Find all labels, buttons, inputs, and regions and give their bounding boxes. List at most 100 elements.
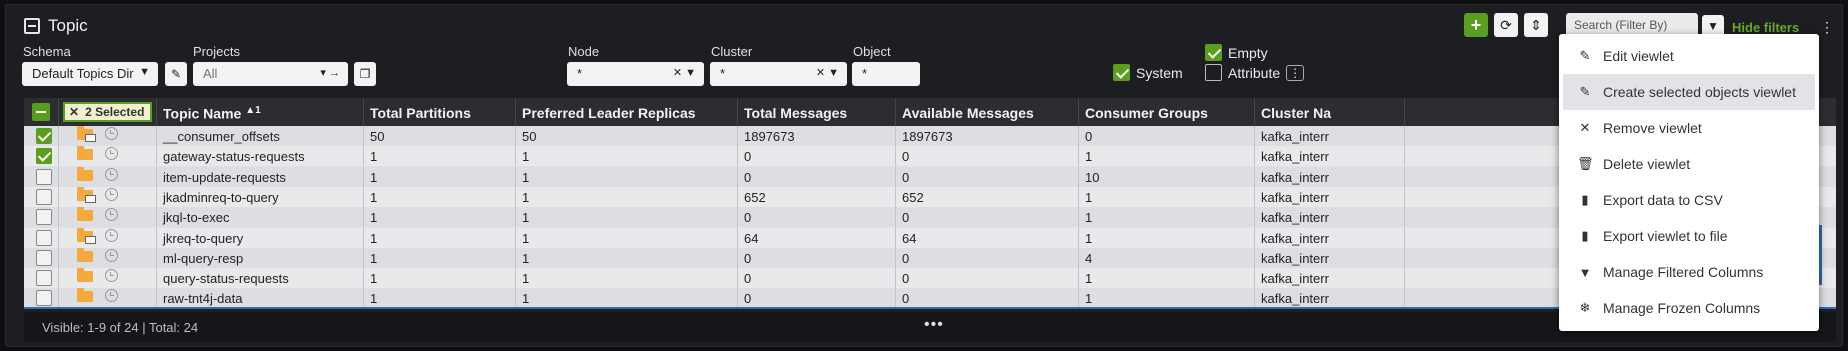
row-checkbox-cell[interactable] xyxy=(24,186,59,207)
menu-item-icon: ✕ xyxy=(1579,120,1591,135)
row-checkbox-cell[interactable] xyxy=(24,166,59,187)
row-checkbox-cell[interactable] xyxy=(24,126,59,146)
table-cell: 1 xyxy=(1079,207,1255,228)
menu-item-label: Export data to CSV xyxy=(1603,192,1723,208)
checkbox-unchecked-icon[interactable] xyxy=(36,249,52,266)
menu-item[interactable]: ▮ Export viewlet to file xyxy=(1563,218,1815,254)
table-cell: jkadminreq-to-query xyxy=(157,186,364,207)
row-icons-cell xyxy=(59,146,157,167)
projects-window-icon[interactable]: ❐ xyxy=(354,62,376,86)
checkbox-checked-icon[interactable] xyxy=(36,128,52,144)
table-cell: kafka_interr xyxy=(1255,207,1405,228)
menu-item[interactable]: ✎ Edit viewlet xyxy=(1563,38,1815,74)
table-cell: item-update-requests xyxy=(157,166,364,187)
schema-select[interactable]: Default Topics Dir ▼ xyxy=(22,62,158,86)
checkbox-unchecked-icon[interactable] xyxy=(36,188,52,205)
node-select[interactable]: * ✕ ▼ xyxy=(567,62,704,86)
attribute-options-icon[interactable]: ⋮ xyxy=(1286,64,1305,81)
checkbox-unchecked-icon[interactable] xyxy=(36,229,52,246)
col-label: Topic Name xyxy=(163,105,242,122)
col-total-partitions[interactable]: Total Partitions xyxy=(364,98,516,126)
collapse-icon[interactable] xyxy=(24,18,40,34)
table-cell: 1 xyxy=(1079,146,1255,167)
folder-icon xyxy=(77,166,93,181)
table-cell: 1 xyxy=(1079,288,1255,309)
table-cell: 1 xyxy=(516,268,738,289)
col-preferred-leader-replicas[interactable]: Preferred Leader Replicas xyxy=(516,98,738,126)
clear-chevron-icon: ✕ ▼ xyxy=(815,67,839,79)
selection-filter[interactable]: ✕ 2 Selected ⌄ xyxy=(59,98,157,126)
table-cell: 1 xyxy=(1079,186,1255,207)
menu-item[interactable]: 🗑 Delete viewlet xyxy=(1563,146,1815,182)
table-cell: 1 xyxy=(364,186,516,207)
menu-item-icon: ▮ xyxy=(1581,192,1589,207)
clock-icon xyxy=(105,248,118,262)
hide-filters-link[interactable]: Hide filters xyxy=(1732,20,1799,35)
checkbox-unchecked-icon[interactable] xyxy=(36,209,52,226)
col-available-messages[interactable]: Available Messages xyxy=(896,98,1079,126)
menu-item[interactable]: ✕ Remove viewlet xyxy=(1563,110,1815,146)
menu-item[interactable]: ▼ Manage Filtered Columns xyxy=(1563,254,1815,290)
table-cell: jkql-to-exec xyxy=(157,207,364,228)
col-consumer-groups[interactable]: Consumer Groups xyxy=(1079,98,1255,126)
checkbox-indeterminate-icon xyxy=(32,103,50,121)
system-label: System xyxy=(1136,64,1183,81)
menu-item[interactable]: ✎ Create selected objects viewlet xyxy=(1563,74,1815,110)
resize-handle-icon[interactable]: ••• xyxy=(924,316,944,334)
table-cell: 0 xyxy=(896,288,1079,309)
sort-toggle-icon[interactable]: ⇕ xyxy=(1524,13,1548,37)
menu-item[interactable]: ❄ Manage Frozen Columns xyxy=(1563,290,1815,326)
folder-icon xyxy=(77,268,93,283)
selected-count-badge[interactable]: ✕ 2 Selected ⌄ xyxy=(63,102,156,122)
row-checkbox-cell[interactable] xyxy=(24,268,59,289)
close-icon[interactable]: ✕ xyxy=(69,105,79,119)
object-input[interactable]: * xyxy=(852,62,920,86)
folder-icon xyxy=(77,146,93,161)
refresh-icon[interactable]: ⟳ xyxy=(1494,13,1518,37)
clock-icon xyxy=(105,228,118,242)
table-cell: 0 xyxy=(738,166,896,187)
cluster-select[interactable]: * ✕ ▼ xyxy=(710,62,847,86)
checkbox-unchecked-icon[interactable] xyxy=(36,290,52,307)
col-cluster-name[interactable]: Cluster Na xyxy=(1255,98,1405,126)
panel-title: Topic xyxy=(48,16,88,35)
checkbox-unchecked-icon[interactable] xyxy=(36,168,52,185)
table-cell: 0 xyxy=(896,268,1079,289)
empty-checkbox[interactable]: Empty xyxy=(1205,44,1268,61)
folder-message-icon xyxy=(77,227,96,244)
table-cell: 0 xyxy=(896,146,1079,167)
projects-select[interactable]: All ▾ → xyxy=(193,62,348,86)
table-cell: 0 xyxy=(738,268,896,289)
table-cell: 50 xyxy=(364,126,516,146)
edit-schema-icon[interactable]: ✎ xyxy=(165,62,187,86)
cluster-label: Cluster xyxy=(711,44,753,59)
menu-item-label: Export viewlet to file xyxy=(1603,228,1728,244)
system-checkbox[interactable]: System xyxy=(1113,64,1183,81)
more-options-icon[interactable]: ⋮ xyxy=(1820,19,1834,36)
checkbox-checked-icon[interactable] xyxy=(36,148,52,165)
table-cell: 1 xyxy=(364,247,516,268)
row-icons-cell xyxy=(59,166,157,187)
table-cell: kafka_interr xyxy=(1255,166,1405,187)
row-checkbox-cell[interactable] xyxy=(24,247,59,268)
row-checkbox-cell[interactable] xyxy=(24,288,59,309)
select-all-checkbox[interactable] xyxy=(24,98,59,126)
add-button[interactable]: + xyxy=(1464,13,1488,37)
menu-item-icon: ✎ xyxy=(1579,84,1591,99)
projects-label: Projects xyxy=(193,44,240,59)
table-cell: kafka_interr xyxy=(1255,227,1405,248)
col-topic-name[interactable]: Topic Name ▲1 xyxy=(157,98,364,126)
row-checkbox-cell[interactable] xyxy=(24,227,59,248)
row-checkbox-cell[interactable] xyxy=(24,207,59,228)
checkbox-unchecked-icon[interactable] xyxy=(36,270,52,287)
empty-label: Empty xyxy=(1228,44,1268,61)
row-checkbox-cell[interactable] xyxy=(24,146,59,167)
menu-item[interactable]: ▮ Export data to CSV xyxy=(1563,182,1815,218)
schema-label: Schema xyxy=(23,44,71,59)
viewlet-options-menu: ✎ Edit viewlet ✎ Create selected objects vi… xyxy=(1559,34,1819,331)
table-cell: __consumer_offsets xyxy=(157,126,364,146)
projects-value: All xyxy=(203,66,218,81)
attribute-checkbox[interactable]: Attribute ⋮ xyxy=(1205,64,1305,81)
row-icons-cell xyxy=(59,227,157,248)
col-total-messages[interactable]: Total Messages xyxy=(738,98,896,126)
